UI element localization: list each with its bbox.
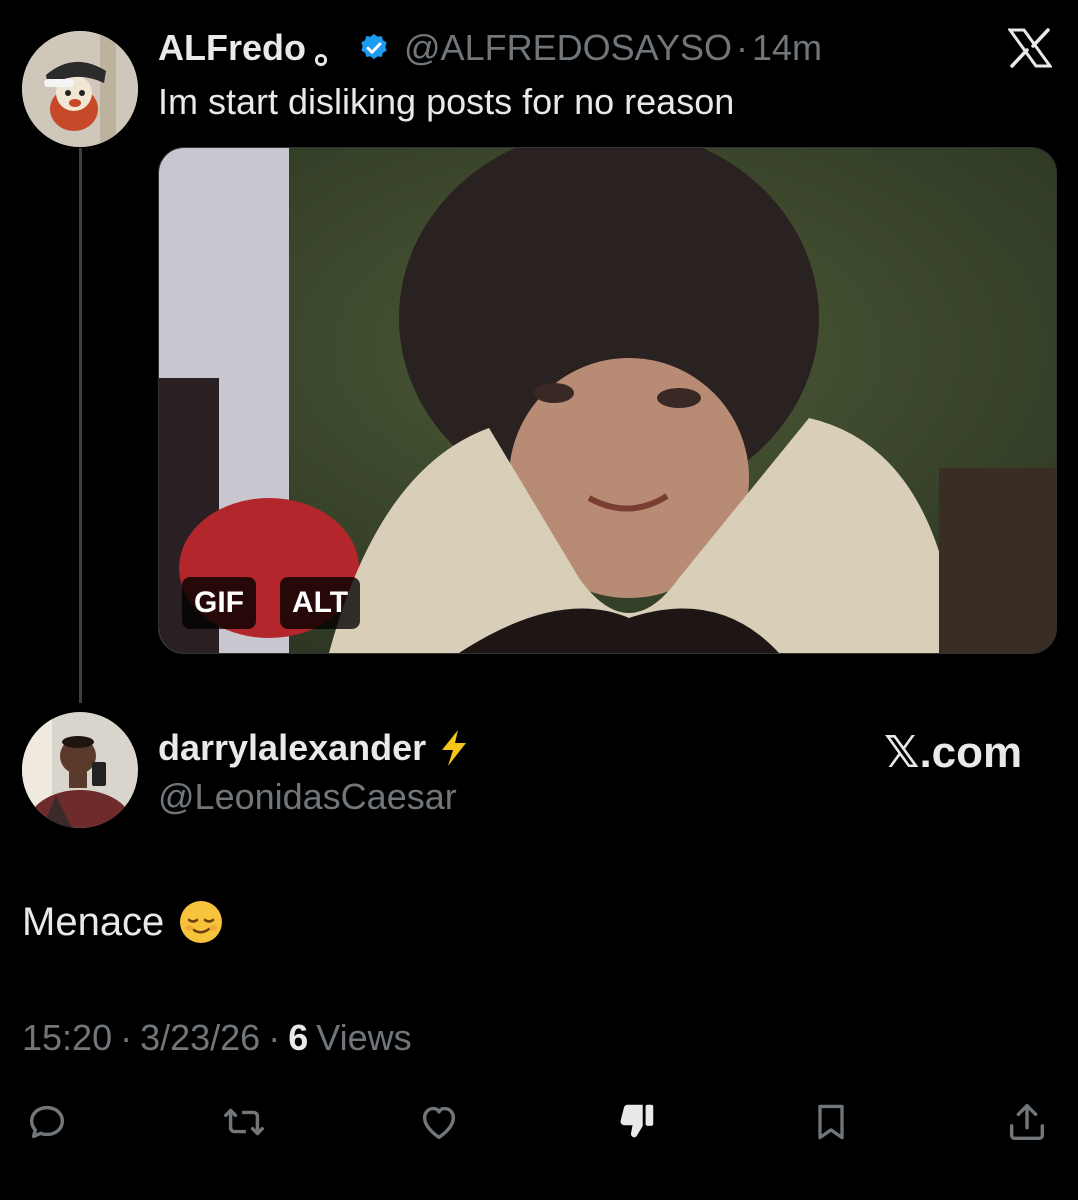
share-icon: [1009, 1103, 1045, 1141]
alt-badge[interactable]: ALT: [280, 577, 361, 629]
author-name[interactable]: ALFredo: [158, 27, 306, 69]
reply-button[interactable]: [22, 1097, 72, 1147]
meta-separator: ·: [268, 1017, 281, 1058]
reply-author-handle[interactable]: @LeonidasCaesar: [158, 775, 457, 819]
share-button[interactable]: [1002, 1097, 1052, 1147]
source-label: 𝕏.com: [884, 728, 1023, 777]
reply-avatar[interactable]: [22, 712, 138, 828]
relieved-face-emoji-icon: [178, 899, 224, 945]
thread-connector-line: [79, 148, 82, 703]
reply-author-name[interactable]: darrylalexander: [158, 727, 426, 769]
views-count[interactable]: 6: [288, 1016, 308, 1060]
gif-badge[interactable]: GIF: [182, 577, 256, 629]
bookmark-button[interactable]: [806, 1097, 856, 1147]
post-time[interactable]: 14m: [752, 27, 822, 69]
media-badges: GIF ALT: [182, 577, 361, 629]
dislike-button[interactable]: [611, 1097, 661, 1147]
reply-icon: [29, 1105, 65, 1139]
views-label: Views: [316, 1017, 412, 1058]
like-icon: [422, 1106, 456, 1140]
repost-icon: [224, 1108, 264, 1136]
post-meta: 15:20 · 3/23/26 · 6 Views: [22, 1016, 412, 1060]
x-logo-icon: [1008, 28, 1052, 68]
separator: ·: [735, 27, 748, 68]
quoted-post-text: Im start disliking posts for no reason: [158, 81, 735, 122]
avatar[interactable]: [22, 31, 138, 147]
reply-header: darrylalexander: [158, 725, 470, 771]
repost-button[interactable]: [219, 1097, 269, 1147]
meta-separator: ·: [120, 1017, 133, 1058]
lightning-badge-icon: [436, 728, 470, 768]
like-button[interactable]: [414, 1097, 464, 1147]
post-timestamp[interactable]: 15:20: [22, 1016, 112, 1060]
quoted-post-header: ALFredo 。 @ALFREDOSAYSO · 14m: [158, 26, 822, 71]
action-bar: [22, 1097, 1052, 1147]
reply-text: Menace: [22, 900, 165, 944]
post-media-gif[interactable]: GIF ALT: [158, 147, 1057, 654]
verified-badge-icon: [358, 32, 390, 64]
post-date[interactable]: 3/23/26: [140, 1016, 260, 1060]
bookmark-icon: [818, 1104, 844, 1140]
dislike-icon: [620, 1104, 654, 1138]
reply-text-container: Menace: [22, 898, 224, 946]
author-name-suffix: 。: [314, 30, 351, 71]
author-handle[interactable]: @ALFREDOSAYSO: [404, 27, 732, 69]
